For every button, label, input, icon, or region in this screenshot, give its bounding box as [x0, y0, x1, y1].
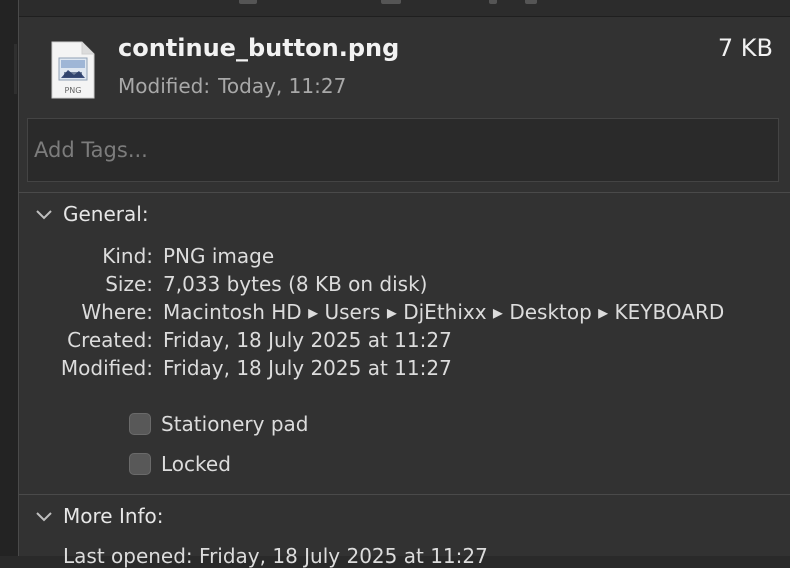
titlebar-glyph	[525, 0, 537, 4]
file-size: 7 KB	[717, 34, 773, 62]
last-opened-text: Last opened: Friday, 18 July 2025 at 11:…	[63, 544, 488, 568]
section-divider	[19, 494, 790, 495]
general-section-toggle[interactable]: General:	[35, 202, 149, 226]
info-value: Macintosh HD ▸ Users ▸ DjEthixx ▸ Deskto…	[163, 300, 725, 324]
info-value: Friday, 18 July 2025 at 11:27	[163, 356, 452, 380]
chevron-down-icon	[36, 210, 52, 220]
file-name: continue_button.png	[118, 34, 400, 62]
info-value: 7,033 bytes (8 KB on disk)	[163, 272, 428, 296]
info-key: Size:	[105, 272, 153, 296]
locked-label: Locked	[161, 452, 231, 476]
more-info-section-toggle[interactable]: More Info:	[35, 504, 164, 528]
info-value: PNG image	[163, 244, 275, 268]
chevron-down-icon	[36, 512, 52, 522]
modified-summary: Modified: Today, 11:27	[118, 74, 346, 98]
modified-value: Today, 11:27	[218, 74, 347, 98]
section-divider	[19, 192, 790, 193]
titlebar-glyph	[239, 0, 257, 4]
info-key: Where:	[81, 300, 153, 324]
stationery-pad-checkbox[interactable]	[129, 413, 151, 435]
background-window-strip	[0, 0, 18, 556]
info-key: Created:	[67, 328, 153, 352]
window-titlebar	[19, 0, 790, 17]
titlebar-glyph	[381, 0, 401, 4]
info-value: Friday, 18 July 2025 at 11:27	[163, 328, 452, 352]
png-icon-label: PNG	[64, 86, 81, 95]
background-window-edge	[14, 44, 17, 94]
general-section-title: General:	[63, 202, 149, 226]
stationery-pad-label: Stationery pad	[161, 412, 309, 436]
info-key: Modified:	[60, 356, 153, 380]
locked-checkbox[interactable]	[129, 453, 151, 475]
add-tags-input[interactable]	[27, 118, 779, 182]
stationery-pad-option[interactable]: Stationery pad	[129, 412, 308, 436]
modified-label: Modified:	[118, 74, 211, 98]
info-key: Kind:	[102, 244, 153, 268]
titlebar-glyph	[489, 0, 497, 4]
more-info-section-title: More Info:	[63, 504, 164, 528]
png-file-icon: PNG	[51, 41, 95, 99]
locked-option[interactable]: Locked	[129, 452, 231, 476]
get-info-window: PNG continue_button.png 7 KB Modified: To…	[18, 0, 790, 568]
